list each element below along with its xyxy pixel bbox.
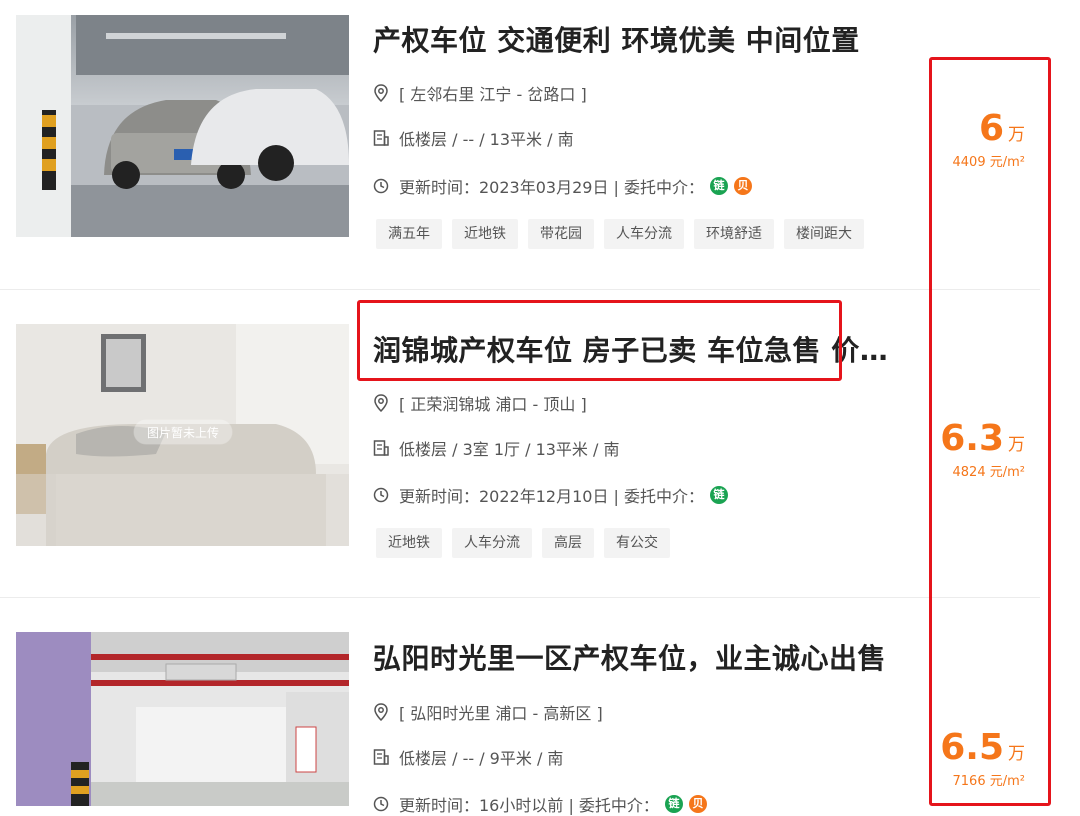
floor-plan-icon: [373, 440, 389, 456]
tag-list: 满五年 近地铁 带花园 人车分流 环境舒适 楼间距大: [376, 219, 864, 249]
info-row: 低楼层 / -- / 9平米 / 南: [373, 745, 563, 769]
info-text: 低楼层 / 3室 1厅 / 13平米 / 南: [399, 440, 620, 459]
update-text: 更新时间：16小时以前 | 委托中介：: [399, 796, 659, 815]
tag: 人车分流: [452, 528, 532, 558]
update-row: 更新时间：2023年03月29日 | 委托中介： 链 贝: [373, 174, 753, 198]
listing-image[interactable]: [16, 15, 349, 237]
listing-image[interactable]: 图片暂未上传: [16, 324, 349, 546]
location-pin-icon: [374, 84, 388, 102]
listing-title[interactable]: 产权车位 交通便利 环境优美 中间位置: [373, 19, 860, 59]
floor-plan-icon: [373, 130, 389, 146]
tag: 近地铁: [376, 528, 442, 558]
tag: 满五年: [376, 219, 442, 249]
price-column-highlight-box: [929, 57, 1051, 806]
update-row: 更新时间：16小时以前 | 委托中介： 链 贝: [373, 792, 707, 816]
tag: 近地铁: [452, 219, 518, 249]
agent-lianjia-icon[interactable]: 链: [664, 795, 683, 813]
update-text: 更新时间：2023年03月29日 | 委托中介：: [399, 178, 705, 197]
tag: 人车分流: [604, 219, 684, 249]
clock-icon: [373, 487, 389, 503]
tag: 高层: [542, 528, 594, 558]
info-text: 低楼层 / -- / 13平米 / 南: [399, 130, 574, 149]
image-placeholder-text: 图片暂未上传: [147, 425, 219, 440]
listing-title[interactable]: 弘阳时光里一区产权车位，业主诚心出售: [373, 637, 886, 677]
tag: 带花园: [528, 219, 594, 249]
floor-plan-icon: [373, 749, 389, 765]
location-text[interactable]: [ 正荣润锦城 浦口 - 顶山 ]: [399, 391, 587, 415]
tag: 楼间距大: [784, 219, 864, 249]
listing-divider: [0, 289, 1040, 290]
info-row: 低楼层 / 3室 1厅 / 13平米 / 南: [373, 436, 620, 460]
info-text: 低楼层 / -- / 9平米 / 南: [399, 749, 564, 768]
title-highlight-box: [357, 300, 842, 381]
location-pin-icon: [374, 703, 388, 721]
clock-icon: [373, 796, 389, 812]
clock-icon: [373, 178, 389, 194]
update-text: 更新时间：2022年12月10日 | 委托中介：: [399, 487, 705, 506]
listing-image[interactable]: [16, 632, 349, 806]
agent-beike-icon[interactable]: 贝: [688, 795, 707, 813]
location-pin-icon: [374, 394, 388, 412]
agent-lianjia-icon[interactable]: 链: [710, 486, 729, 504]
location-row: [ 弘阳时光里 浦口 - 高新区 ]: [373, 700, 603, 724]
location-text[interactable]: [ 左邻右里 江宁 - 岔路口 ]: [399, 81, 587, 105]
info-row: 低楼层 / -- / 13平米 / 南: [373, 126, 574, 150]
agent-beike-icon[interactable]: 贝: [734, 177, 753, 195]
location-row: [ 左邻右里 江宁 - 岔路口 ]: [373, 81, 587, 105]
tag: 有公交: [604, 528, 670, 558]
location-text[interactable]: [ 弘阳时光里 浦口 - 高新区 ]: [399, 700, 603, 724]
location-row: [ 正荣润锦城 浦口 - 顶山 ]: [373, 391, 587, 415]
tag: 环境舒适: [694, 219, 774, 249]
agent-lianjia-icon[interactable]: 链: [710, 177, 729, 195]
listing-divider: [0, 597, 1040, 598]
update-row: 更新时间：2022年12月10日 | 委托中介： 链: [373, 483, 729, 507]
tag-list: 近地铁 人车分流 高层 有公交: [376, 528, 670, 558]
